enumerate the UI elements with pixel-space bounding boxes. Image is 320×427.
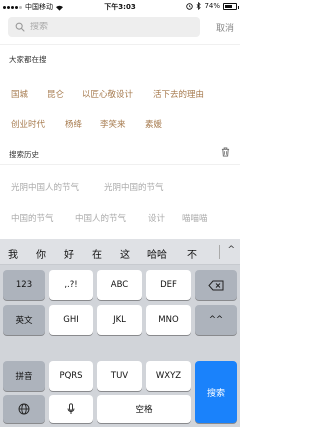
key-pinyin[interactable]: 拼音 [3,361,45,391]
candidate-word[interactable]: 在 [92,246,102,261]
key-numbers[interactable]: 123 [3,270,45,300]
search-key[interactable]: 搜索 [195,361,237,423]
key-ghi[interactable]: GHI [49,305,93,335]
microphone-icon [67,403,75,414]
key-mno[interactable]: MNO [146,305,191,335]
key-english[interactable]: 英文 [3,305,45,335]
hot-tag[interactable]: 以匠心敬设计 [82,88,133,100]
chevron-up-icon[interactable]: ^ [227,245,235,255]
globe-key[interactable] [3,395,45,423]
battery-percent: 74% [204,2,220,10]
key-wxyz[interactable]: WXYZ [146,361,191,391]
candidate-word[interactable]: 哈哈 [147,246,167,261]
divider [0,44,240,45]
backspace-key[interactable] [195,270,237,300]
key-pqrs[interactable]: PQRS [49,361,93,391]
trash-icon[interactable] [221,147,230,157]
alarm-icon [186,2,194,10]
candidate-divider [219,245,220,259]
hot-tag[interactable]: 昆仑 [47,88,64,100]
hot-tag[interactable]: 素媛 [145,118,162,130]
hot-tag[interactable]: 国城 [11,88,28,100]
key-abc[interactable]: ABC [97,270,142,300]
bluetooth-icon [197,2,202,10]
history-item[interactable]: 光阴中国人的节气 [11,181,79,193]
candidate-word[interactable]: 好 [64,246,74,261]
history-item[interactable]: 喵喵喵 [182,212,208,224]
key-jkl[interactable]: JKL [97,305,142,335]
keyboard: 我 你 好 在 这 哈哈 不 ^ 123 ,.?! ABC DEF 英文 GHI… [0,239,240,427]
battery-icon [223,2,239,10]
divider [0,164,240,165]
hot-tag[interactable]: 李笑来 [100,118,126,130]
hot-tag[interactable]: 杨绛 [65,118,82,130]
history-item[interactable]: 光阴中国的节气 [104,181,164,193]
status-bar: 中国移动 下午3:03 74% [0,0,240,14]
search-row: 取消 [0,15,240,39]
key-def[interactable]: DEF [146,270,191,300]
search-box[interactable] [8,17,200,37]
microphone-key[interactable] [49,395,93,423]
candidate-word[interactable]: 这 [120,246,130,261]
search-input[interactable] [30,22,190,32]
key-tuv[interactable]: TUV [97,361,142,391]
search-icon [15,22,25,32]
history-title: 搜索历史 [9,150,39,159]
backspace-icon [208,280,224,290]
hot-tag[interactable]: 创业时代 [11,118,45,130]
cancel-button[interactable]: 取消 [216,21,234,34]
key-punctuation[interactable]: ,.?! [49,270,93,300]
globe-icon [18,403,30,415]
candidate-bar: 我 你 好 在 这 哈哈 不 ^ [0,239,240,265]
candidate-word[interactable]: 你 [36,246,46,261]
key-emoticon[interactable]: ^^ [195,305,237,335]
history-item[interactable]: 中国的节气 [11,212,54,224]
candidate-word[interactable]: 我 [8,246,18,261]
candidate-word[interactable]: 不 [187,246,197,261]
status-right: 74% [186,2,239,10]
hot-search-title: 大家都在搜 [9,55,47,64]
history-item[interactable]: 中国人的节气 [75,212,126,224]
space-key[interactable]: 空格 [97,395,191,423]
history-item[interactable]: 设计 [148,212,165,224]
hot-tag[interactable]: 活下去的理由 [153,88,204,100]
